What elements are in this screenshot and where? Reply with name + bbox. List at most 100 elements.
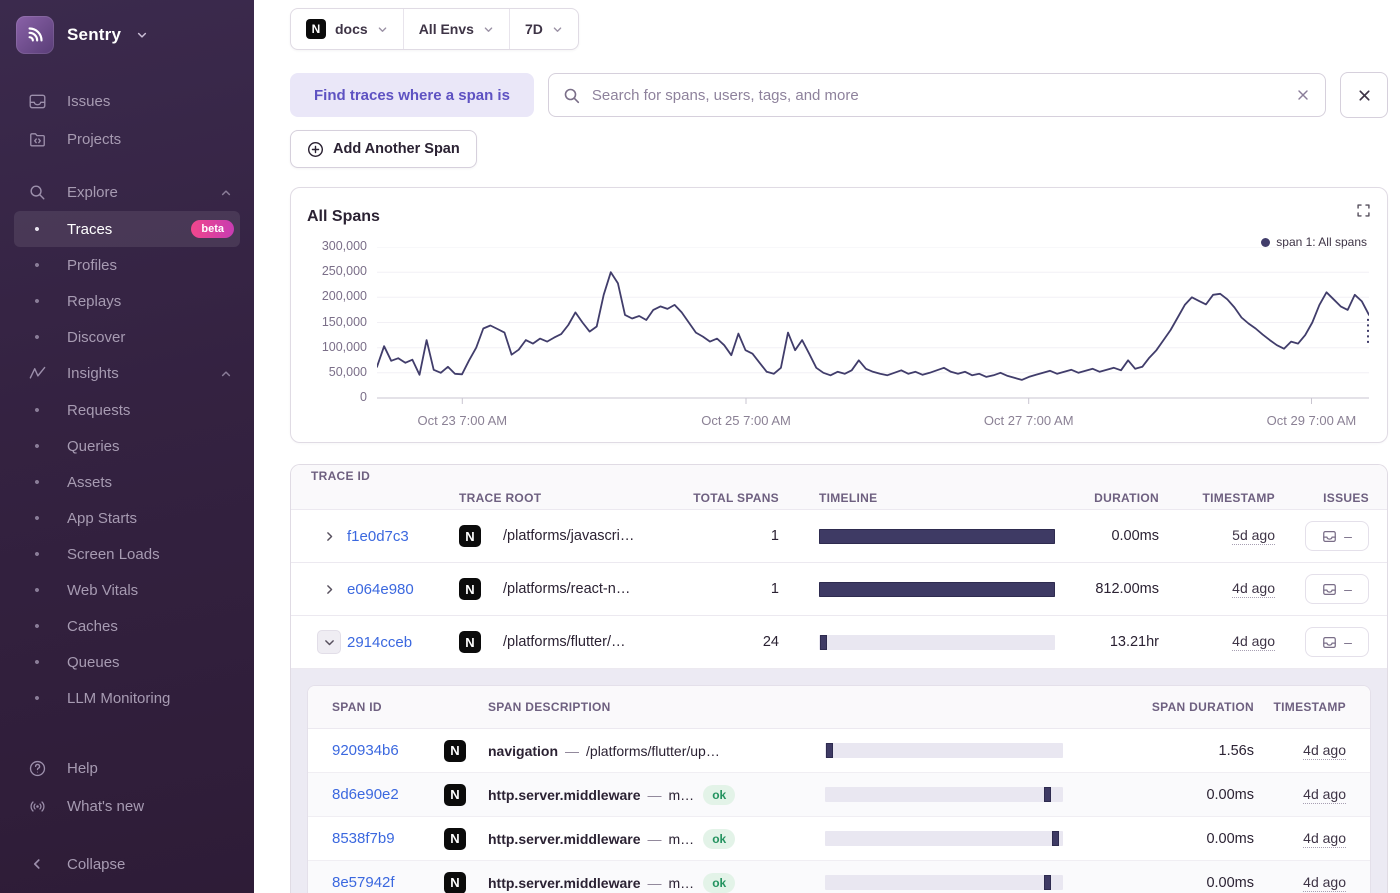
trace-row[interactable]: f1e0d7c3N/platforms/javascri…10.00ms5d a…	[291, 510, 1387, 563]
close-icon	[1356, 87, 1373, 104]
issues-chip[interactable]: –	[1305, 627, 1369, 657]
inbox-icon	[1322, 529, 1337, 544]
trace-row[interactable]: 2914ccebN/platforms/flutter/…2413.21hr4d…	[291, 616, 1387, 669]
span-sub-table: SPAN IDSPAN DESCRIPTIONSPAN DURATIONTIME…	[307, 685, 1371, 893]
timeline-track	[819, 582, 1055, 597]
span-status-badge: ok	[703, 829, 735, 849]
span-description: http.server.middleware—m…ok	[488, 873, 825, 893]
project-filter[interactable]: N docs	[291, 9, 403, 49]
sidebar-item-assets[interactable]: •Assets	[14, 464, 240, 500]
span-description: http.server.middleware—m…ok	[488, 785, 825, 805]
trace-id-link[interactable]: f1e0d7c3	[347, 528, 459, 545]
column-header-span-description: SPAN DESCRIPTION	[488, 700, 825, 714]
sidebar-item-whats-new[interactable]: What's new	[14, 787, 240, 825]
trace-root: /platforms/react-n…	[503, 581, 669, 597]
timeline-cell	[825, 831, 1063, 846]
sidebar-item-label: Discover	[67, 329, 125, 346]
y-axis-tick-label: 200,000	[322, 289, 367, 303]
sidebar-item-label: Queries	[67, 438, 120, 455]
close-button[interactable]	[1340, 72, 1388, 118]
timestamp: 4d ago	[1303, 830, 1346, 848]
span-status-badge: ok	[703, 785, 735, 805]
environment-filter-value: All Envs	[419, 21, 474, 37]
collapse-row-button[interactable]	[317, 630, 341, 654]
timeline-tick	[1052, 831, 1059, 846]
sidebar-item-web-vitals[interactable]: •Web Vitals	[14, 572, 240, 608]
date-range-filter[interactable]: 7D	[509, 9, 578, 49]
sidebar-item-queues[interactable]: •Queues	[14, 644, 240, 680]
trace-id-link[interactable]: e064e980	[347, 581, 459, 598]
sidebar-item-caches[interactable]: •Caches	[14, 608, 240, 644]
bullet-icon: •	[25, 546, 49, 563]
environment-filter[interactable]: All Envs	[403, 9, 509, 49]
span-id-link[interactable]: 8538f7b9	[332, 830, 444, 847]
bullet-icon: •	[25, 257, 49, 274]
column-header-issues: ISSUES	[1323, 491, 1369, 505]
timeline-track	[825, 831, 1063, 846]
sidebar-item-discover[interactable]: •Discover	[14, 319, 240, 355]
nextjs-platform-icon: N	[444, 784, 488, 806]
span-row[interactable]: 8e57942fNhttp.server.middleware—m…ok0.00…	[308, 861, 1370, 893]
span-query-row: Find traces where a span is	[290, 72, 1388, 118]
timestamp: 4d ago	[1303, 874, 1346, 892]
search-input[interactable]	[590, 86, 1285, 105]
clear-search-icon[interactable]	[1295, 87, 1311, 103]
x-axis-tick-label: Oct 29 7:00 AM	[1267, 413, 1357, 428]
sidebar-item-replays[interactable]: •Replays	[14, 283, 240, 319]
expand-row-button[interactable]	[323, 583, 336, 596]
sidebar-item-help[interactable]: Help	[14, 749, 240, 787]
x-axis-tick-label: Oct 25 7:00 AM	[701, 413, 791, 428]
span-id-link[interactable]: 920934b6	[332, 742, 444, 759]
timeline-tick	[1044, 787, 1051, 802]
bullet-icon: •	[25, 293, 49, 310]
nextjs-platform-icon: N	[459, 525, 503, 547]
issues-chip[interactable]: –	[1305, 574, 1369, 604]
sidebar-item-traces[interactable]: •Tracesbeta	[14, 211, 240, 247]
span-description: navigation—/platforms/flutter/up…	[488, 743, 825, 759]
column-header-span-id: SPAN ID	[332, 700, 444, 714]
trace-row[interactable]: e064e980N/platforms/react-n…1812.00ms4d …	[291, 563, 1387, 616]
sidebar-item-profiles[interactable]: •Profiles	[14, 247, 240, 283]
sidebar: Sentry IssuesProjectsExplore•Tracesbeta•…	[0, 0, 254, 893]
sidebar-item-issues[interactable]: Issues	[14, 82, 240, 120]
sidebar-item-explore[interactable]: Explore	[14, 174, 240, 211]
sidebar-item-app-starts[interactable]: •App Starts	[14, 500, 240, 536]
timeline-bar	[819, 582, 1055, 597]
sidebar-item-queries[interactable]: •Queries	[14, 428, 240, 464]
add-another-span-button[interactable]: Add Another Span	[290, 130, 477, 168]
inbox-icon	[1322, 635, 1337, 650]
org-switcher[interactable]: Sentry	[0, 12, 254, 58]
trace-id-link[interactable]: 2914cceb	[347, 634, 459, 651]
span-row[interactable]: 8d6e90e2Nhttp.server.middleware—m…ok0.00…	[308, 773, 1370, 817]
total-spans: 1	[771, 581, 779, 597]
sidebar-collapse-button[interactable]: Collapse	[14, 845, 240, 883]
span-row[interactable]: 920934b6Nnavigation—/platforms/flutter/u…	[308, 729, 1370, 773]
sidebar-item-requests[interactable]: •Requests	[14, 392, 240, 428]
span-id-link[interactable]: 8e57942f	[332, 874, 444, 891]
main-content: N docs All Envs 7D Find traces w	[254, 0, 1400, 893]
expand-row-button[interactable]	[323, 530, 336, 543]
column-header-timestamp: TIMESTAMP	[1203, 491, 1275, 505]
span-id-link[interactable]: 8d6e90e2	[332, 786, 444, 803]
sidebar-item-llm-monitoring[interactable]: •LLM Monitoring	[14, 680, 240, 716]
search-icon	[563, 87, 580, 104]
x-axis-tick-label: Oct 27 7:00 AM	[984, 413, 1074, 428]
nextjs-platform-icon: N	[444, 740, 488, 762]
timeline-track	[825, 875, 1063, 890]
sidebar-item-screen-loads[interactable]: •Screen Loads	[14, 536, 240, 572]
span-row[interactable]: 8538f7b9Nhttp.server.middleware—m…ok0.00…	[308, 817, 1370, 861]
timestamp: 4d ago	[1232, 580, 1275, 598]
sidebar-item-label: What's new	[67, 798, 144, 815]
issues-chip[interactable]: –	[1305, 521, 1369, 551]
sidebar-item-projects[interactable]: Projects	[14, 120, 240, 158]
sidebar-item-label: Projects	[67, 131, 121, 148]
search-bar[interactable]	[548, 73, 1326, 117]
column-header-total-spans: TOTAL SPANS	[693, 491, 779, 505]
timeline-cell	[825, 743, 1063, 758]
sidebar-item-insights[interactable]: Insights	[14, 355, 240, 392]
issues-icon	[25, 92, 49, 111]
insights-icon	[25, 364, 49, 383]
span-duration: 0.00ms	[1206, 831, 1254, 847]
fullscreen-icon[interactable]	[1356, 203, 1371, 218]
span-duration: 1.56s	[1219, 743, 1254, 759]
